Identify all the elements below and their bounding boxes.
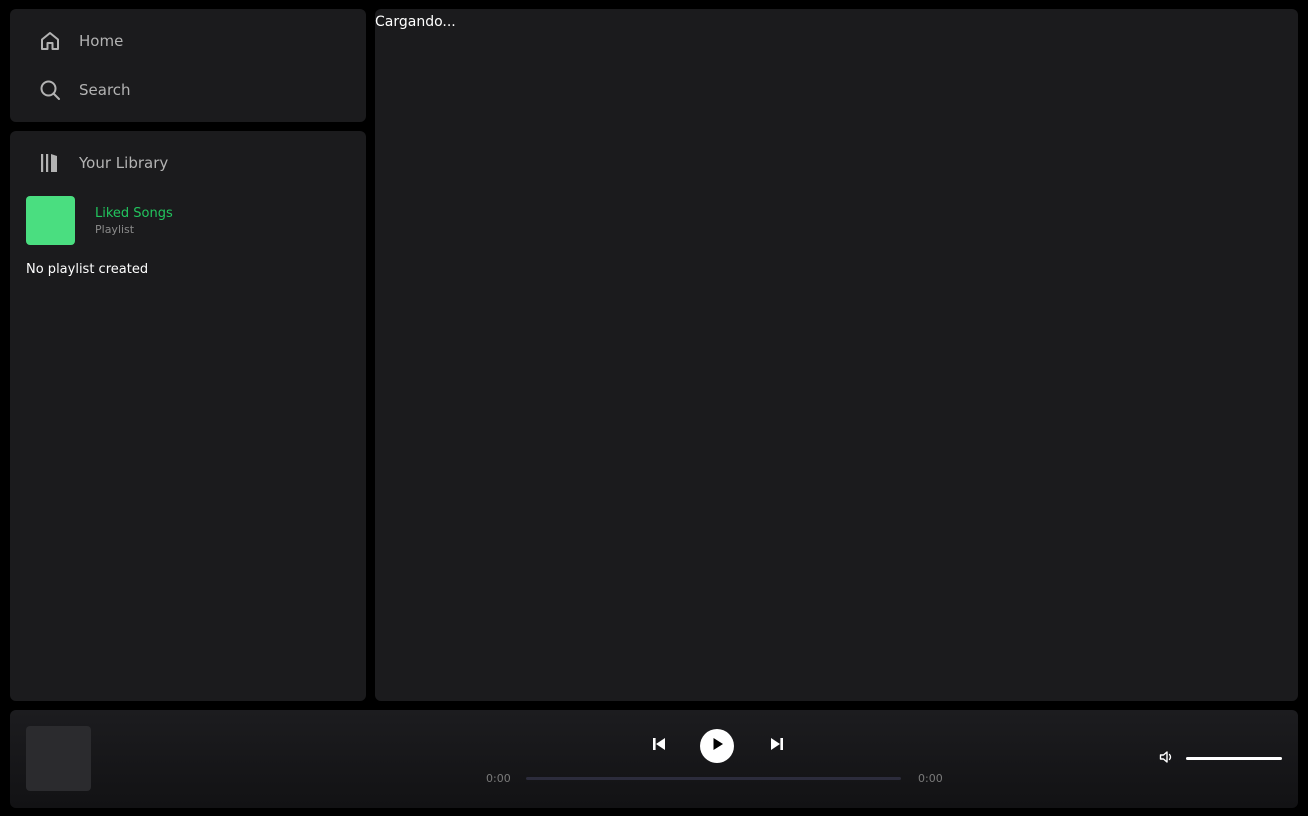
nav-item-search[interactable]: Search bbox=[36, 75, 131, 105]
playback-controls bbox=[646, 729, 790, 763]
empty-playlist-message: No playlist created bbox=[26, 262, 149, 277]
liked-songs-cover bbox=[26, 196, 75, 245]
loading-text: Cargando... bbox=[375, 14, 456, 30]
main-content: Cargando... bbox=[375, 9, 1298, 701]
volume-fill bbox=[1186, 757, 1282, 760]
nav-item-label: Home bbox=[79, 32, 124, 50]
volume-icon bbox=[1159, 749, 1175, 769]
previous-button[interactable] bbox=[646, 729, 672, 763]
progress-slider[interactable] bbox=[526, 777, 901, 780]
player-bar: 0:00 0:00 bbox=[10, 710, 1298, 808]
nav-item-label: Search bbox=[79, 81, 131, 99]
search-icon bbox=[36, 76, 64, 104]
liked-songs-subtitle: Playlist bbox=[95, 222, 135, 236]
skip-forward-icon bbox=[769, 736, 785, 756]
skip-back-icon bbox=[651, 736, 667, 756]
current-time: 0:00 bbox=[486, 772, 511, 785]
nav-panel: Home Search bbox=[10, 9, 366, 122]
volume-button[interactable] bbox=[1158, 750, 1176, 768]
total-time: 0:00 bbox=[918, 772, 943, 785]
next-button[interactable] bbox=[764, 729, 790, 763]
volume-slider[interactable] bbox=[1186, 757, 1282, 760]
library-icon bbox=[36, 149, 64, 177]
liked-songs-item[interactable]: Liked Songs Playlist bbox=[26, 196, 173, 245]
now-playing-cover bbox=[26, 726, 91, 791]
home-icon bbox=[36, 27, 64, 55]
liked-songs-title: Liked Songs bbox=[95, 205, 173, 221]
play-button[interactable] bbox=[700, 729, 734, 763]
library-panel: Your Library Liked Songs Playlist No pla… bbox=[10, 131, 366, 701]
nav-item-home[interactable]: Home bbox=[36, 26, 123, 56]
library-header[interactable]: Your Library bbox=[36, 148, 168, 178]
library-label: Your Library bbox=[79, 154, 169, 172]
play-icon bbox=[709, 736, 725, 756]
